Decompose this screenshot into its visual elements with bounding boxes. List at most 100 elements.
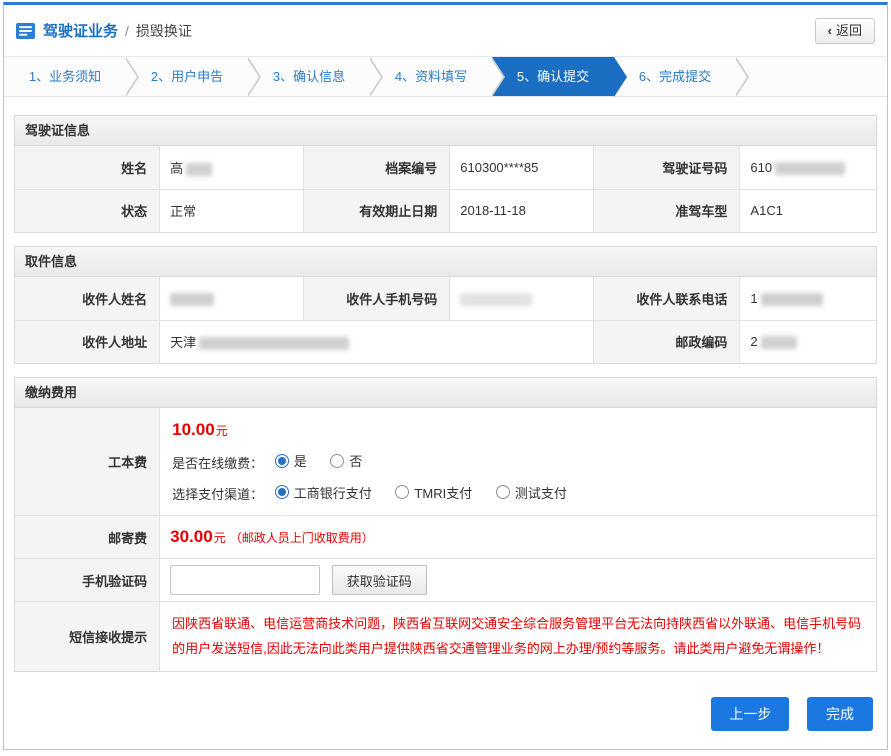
redacted-recipient-address [199, 337, 349, 350]
redacted-name [186, 163, 212, 176]
step-5-confirm-submit[interactable]: 5、确认提交 [492, 57, 614, 96]
radio-unchecked-icon [496, 485, 510, 499]
radio-label: 否 [349, 451, 362, 470]
step-nav: 1、业务须知 2、用户申告 3、确认信息 4、资料填写 5、确认提交 6、完成提… [4, 57, 887, 97]
radio-channel-test[interactable]: 测试支付 [496, 483, 567, 502]
expiry-date-value: 2018-11-18 [450, 189, 594, 232]
radio-label: 测试支付 [515, 483, 567, 502]
vehicle-class-value: A1C1 [740, 189, 876, 232]
section-pickup-info: 取件信息 收件人姓名 收件人手机号码 收件人联系电话 1 收件人地址 天津 [14, 246, 877, 364]
postal-code-value-text: 2 [750, 334, 757, 349]
file-number-value-text: 610300****85 [460, 160, 538, 175]
radio-label: TMRI支付 [414, 483, 472, 502]
recipient-phone-value: 1 [740, 277, 876, 320]
radio-checked-icon [275, 454, 289, 468]
radio-online-no[interactable]: 否 [330, 451, 362, 470]
recipient-address-value-text: 天津 [170, 335, 196, 350]
work-fee-content: 10.00元 是否在线缴费： 是 否 选择支付渠道： 工商银行支付 TMRI支付 [160, 408, 876, 516]
redacted-license-number [775, 162, 845, 175]
content: 驾驶证信息 姓名 高 档案编号 610300****85 驾驶证号码 610 状… [4, 97, 887, 687]
expiry-date-label: 有效期止日期 [303, 189, 449, 232]
work-fee-price: 10.00元 [172, 420, 864, 440]
table-row: 收件人姓名 收件人手机号码 收件人联系电话 1 [15, 277, 876, 320]
footer-actions: 上一步 完成 [4, 687, 887, 749]
redacted-recipient-phone [761, 293, 823, 306]
license-number-value-text: 610 [750, 160, 772, 175]
sms-code-input[interactable] [170, 565, 320, 595]
name-label: 姓名 [15, 146, 160, 189]
breadcrumb-separator: / [125, 23, 129, 39]
step-2-user-declaration[interactable]: 2、用户申告 [126, 57, 248, 96]
table-row: 状态 正常 有效期止日期 2018-11-18 准驾车型 A1C1 [15, 189, 876, 232]
back-button-label: 返回 [836, 23, 862, 38]
table-row: 工本费 10.00元 是否在线缴费： 是 否 选择支付渠道： [15, 408, 876, 516]
recipient-name-label: 收件人姓名 [15, 277, 160, 320]
sms-notice-text: 因陕西省联通、电信运营商技术问题，陕西省互联网交通安全综合服务管理平台无法向持陕… [170, 606, 866, 667]
section-license-info: 驾驶证信息 姓名 高 档案编号 610300****85 驾驶证号码 610 状… [14, 115, 877, 233]
breadcrumb-page-title: 损毁换证 [136, 21, 192, 41]
section-pickup-title: 取件信息 [15, 247, 876, 277]
redacted-recipient-name [170, 293, 214, 306]
get-code-button[interactable]: 获取验证码 [332, 565, 427, 595]
table-row: 邮寄费 30.00元 （邮政人员上门收取费用） [15, 516, 876, 559]
table-row: 姓名 高 档案编号 610300****85 驾驶证号码 610 [15, 146, 876, 189]
step-4-fill-data[interactable]: 4、资料填写 [370, 57, 492, 96]
recipient-phone-label: 收件人联系电话 [594, 277, 740, 320]
post-fee-content: 30.00元 （邮政人员上门收取费用） [160, 516, 876, 559]
post-fee-unit: 元 [214, 531, 226, 545]
radio-online-yes[interactable]: 是 [275, 451, 307, 470]
status-value: 正常 [160, 189, 304, 232]
radio-unchecked-icon [330, 454, 344, 468]
name-value: 高 [160, 146, 304, 189]
step-1-business-notice[interactable]: 1、业务须知 [4, 57, 126, 96]
sms-code-label: 手机验证码 [15, 559, 160, 602]
file-number-value: 610300****85 [450, 146, 594, 189]
section-license-title: 驾驶证信息 [15, 116, 876, 146]
radio-checked-icon [275, 485, 289, 499]
sms-code-content: 获取验证码 [160, 559, 876, 602]
payment-table: 工本费 10.00元 是否在线缴费： 是 否 选择支付渠道： [15, 408, 876, 671]
finish-button[interactable]: 完成 [807, 697, 873, 731]
step-6-complete-submit[interactable]: 6、完成提交 [614, 57, 736, 96]
postal-code-value: 2 [740, 320, 876, 363]
radio-channel-icbc[interactable]: 工商银行支付 [275, 483, 372, 502]
breadcrumb-section: 驾驶证业务 [43, 20, 118, 41]
recipient-mobile-label: 收件人手机号码 [303, 277, 449, 320]
post-fee-amount: 30.00 [170, 527, 213, 546]
postal-code-label: 邮政编码 [594, 320, 740, 363]
sms-notice-content: 因陕西省联通、电信运营商技术问题，陕西省互联网交通安全综合服务管理平台无法向持陕… [160, 602, 876, 672]
page: 驾驶证业务 / 损毁换证 ‹ 返回 1、业务须知 2、用户申告 3、确认信息 4、… [3, 2, 888, 750]
step-3-confirm-info[interactable]: 3、确认信息 [248, 57, 370, 96]
online-pay-question: 是否在线缴费： [172, 456, 263, 471]
post-fee-label: 邮寄费 [15, 516, 160, 559]
table-row: 收件人地址 天津 邮政编码 2 [15, 320, 876, 363]
license-business-icon [16, 23, 35, 39]
post-fee-note: （邮政人员上门收取费用） [230, 531, 374, 545]
redacted-recipient-mobile [460, 293, 532, 306]
previous-step-button[interactable]: 上一步 [711, 697, 789, 731]
back-button[interactable]: ‹ 返回 [815, 18, 875, 44]
recipient-phone-value-text: 1 [750, 291, 757, 306]
section-payment-title: 缴纳费用 [15, 378, 876, 408]
header: 驾驶证业务 / 损毁换证 ‹ 返回 [4, 5, 887, 57]
table-row: 手机验证码 获取验证码 [15, 559, 876, 602]
expiry-date-value-text: 2018-11-18 [460, 203, 526, 218]
name-value-text: 高 [170, 161, 183, 176]
status-value-text: 正常 [170, 204, 196, 219]
recipient-mobile-value [450, 277, 594, 320]
file-number-label: 档案编号 [303, 146, 449, 189]
table-row: 短信接收提示 因陕西省联通、电信运营商技术问题，陕西省互联网交通安全综合服务管理… [15, 602, 876, 672]
work-fee-amount: 10.00 [172, 420, 215, 439]
recipient-address-label: 收件人地址 [15, 320, 160, 363]
radio-label: 工商银行支付 [294, 483, 372, 502]
recipient-name-value [160, 277, 304, 320]
work-fee-unit: 元 [216, 424, 228, 438]
pickup-table: 收件人姓名 收件人手机号码 收件人联系电话 1 收件人地址 天津 邮政编码 2 [15, 277, 876, 363]
work-fee-label: 工本费 [15, 408, 160, 516]
back-chevron-icon: ‹ [828, 23, 832, 38]
pay-channel-row: 选择支付渠道： 工商银行支付 TMRI支付 测试支付 [172, 483, 864, 504]
radio-channel-tmri[interactable]: TMRI支付 [395, 483, 472, 502]
online-pay-row: 是否在线缴费： 是 否 [172, 451, 864, 472]
license-number-label: 驾驶证号码 [594, 146, 740, 189]
vehicle-class-label: 准驾车型 [594, 189, 740, 232]
